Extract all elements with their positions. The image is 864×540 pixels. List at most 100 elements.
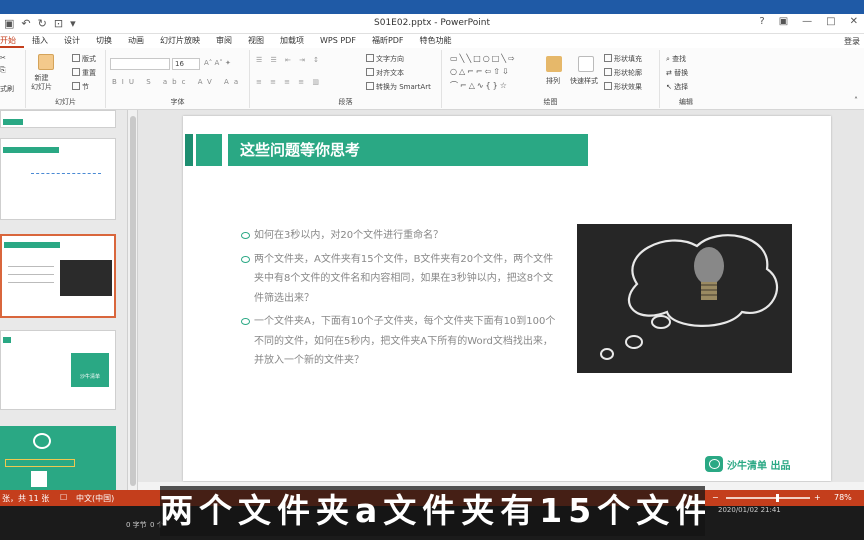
zoom-out-icon[interactable]: − [712,493,719,502]
shape-outline-button[interactable]: 形状轮廓 [604,68,642,78]
cut-button[interactable]: ✂ [0,54,6,62]
font-size-box[interactable]: 16 [172,58,200,70]
arrange-icon[interactable] [546,56,562,72]
format-painter-button[interactable]: 式刷 [0,84,14,94]
slide-thumbnail-6[interactable] [0,426,116,490]
find-button[interactable]: ⌕ 查找 [666,54,686,64]
replace-icon: ⇄ [666,69,672,77]
minimize-icon[interactable]: — [802,16,812,27]
bullet-list[interactable]: 如何在3秒以内，对20个文件进行重命名？ 两个文件夹，A文件夹有15个文件，B文… [241,226,561,375]
thumbnail-text-line [8,282,54,283]
align-text-button[interactable]: 对齐文本 [366,68,404,78]
language-indicator[interactable]: 中文(中国) [76,493,114,504]
convert-smartart-button[interactable]: 转换为 SmartArt [366,82,431,92]
bullet-icon [241,318,250,325]
title-bar: ▣ ↶ ↻ ⊡ ▾ S01E02.pptx - PowerPoint ? ▣ —… [0,14,864,34]
layout-button[interactable]: 版式 [72,54,96,64]
title-accent-light [196,134,222,166]
font-grow-icon[interactable]: A˄ A˅ ✦ [204,59,231,67]
thumbnail-diagram [31,173,101,193]
shapes-gallery-row1[interactable]: ▭╲╲□○□╲⇨ [450,54,517,63]
zoom-in-icon[interactable]: + [814,493,821,502]
brand-text: 沙牛清单 出品 [727,460,791,472]
zoom-slider-knob[interactable] [776,494,780,502]
brand-logo-icon [705,456,723,472]
paragraph-group: ☰ ☰ ⇤ ⇥ ↕ ≡ ≡ ≡ ≡ ▥ 文字方向 对齐文本 转换为 SmartA… [250,50,442,108]
shapes-gallery-row2[interactable]: ○△⌐⌐⇦⇧⇩ [450,67,511,76]
thumbnail-scrollbar[interactable] [128,110,138,490]
tab-special[interactable]: 特色功能 [412,34,460,48]
thumbnail-pane: 沙牛清单 [0,110,128,490]
slide-thumbnail-4-selected[interactable] [0,234,116,318]
thumbnail-title-bar [4,242,60,248]
font-group: 16 A˄ A˅ ✦ BIU S abc AV Aa 字体 [106,50,250,108]
select-button[interactable]: ↖ 选择 [666,82,688,92]
copy-button[interactable]: ⎘ [0,66,6,75]
document-title: S01E02.pptx - PowerPoint [374,18,490,28]
shape-effects-button[interactable]: 形状效果 [604,82,642,92]
font-name-box[interactable] [110,58,170,70]
maximize-icon[interactable]: □ [826,16,835,27]
reset-button[interactable]: 重置 [72,68,96,78]
slide-canvas[interactable]: 这些问题等你思考 如何在3秒以内，对20个文件进行重命名？ 两个文件夹，A文件夹… [183,116,831,481]
ribbon-display-icon[interactable]: ▣ [779,16,788,27]
font-style-buttons[interactable]: BIU S abc AV Aa [112,78,243,86]
bullet-icon [241,255,250,263]
close-icon[interactable]: ✕ [850,16,858,27]
slide-thumbnail-3[interactable] [0,138,116,220]
bullet-item: 如何在3秒以内，对20个文件进行重命名？ [241,226,561,246]
zoom-level[interactable]: 78% [834,493,852,502]
slide-count: 张，共 11 张 [2,494,50,503]
align-buttons[interactable]: ≡ ≡ ≡ ≡ ▥ [256,78,322,86]
login-link[interactable]: 登录 [844,36,860,47]
tab-design[interactable]: 设计 [56,34,88,48]
tab-insert[interactable]: 插入 [24,34,56,48]
arrange-button[interactable]: 排列 [546,76,560,86]
thumbnail-text-line [8,266,54,267]
drawing-group: ▭╲╲□○□╲⇨ ○△⌐⌐⇦⇧⇩ ⌒⌐△∿{}☆ 排列 快速样式 形状填充 形状… [442,50,660,108]
tab-slideshow[interactable]: 幻灯片放映 [152,34,208,48]
tab-view[interactable]: 视图 [240,34,272,48]
lightbulb-photo[interactable] [577,224,792,373]
replace-button[interactable]: ⇄ 替换 [666,68,688,78]
tab-addins[interactable]: 加载项 [272,34,312,48]
shape-fill-button[interactable]: 形状填充 [604,54,642,64]
new-slide-icon[interactable] [38,54,54,70]
section-button[interactable]: 节 [72,82,89,92]
zoom-slider[interactable] [726,494,810,502]
slides-group-label: 幻灯片 [55,98,76,106]
tab-animations[interactable]: 动画 [120,34,152,48]
help-icon[interactable]: ? [759,16,764,27]
collapse-ribbon-icon[interactable]: ˄ [854,96,858,105]
top-strip [0,0,864,14]
shapes-gallery-row3[interactable]: ⌒⌐△∿{}☆ [450,80,509,91]
editing-group-label: 编辑 [679,98,693,106]
list-buttons[interactable]: ☰ ☰ ⇤ ⇥ ↕ [256,56,322,64]
tab-foxit-pdf[interactable]: 福昕PDF [364,34,412,48]
taskbar-size-text: 0 字节 [126,521,147,529]
clipboard-group: ✂ ⎘ 式刷 [0,50,26,108]
slide-thumbnail-5[interactable]: 沙牛清单 [0,330,116,410]
find-icon: ⌕ [666,55,670,63]
quick-styles-button[interactable]: 快速样式 [570,76,598,86]
quick-styles-icon[interactable] [578,56,594,72]
tab-home[interactable]: 开始 [0,34,24,48]
thumbnail-accent [3,119,23,125]
drawing-group-label: 绘图 [543,98,558,106]
spellcheck-icon[interactable]: ☐ [60,493,67,502]
bullet-item: 两个文件夹，A文件夹有15个文件，B文件夹有20个文件，两个文件夹中有8个文件的… [241,250,561,309]
new-slide-button[interactable]: 新建 幻灯片 [31,74,52,92]
qr-code-icon [31,471,47,487]
slide-thumbnail-2[interactable] [0,110,116,128]
text-direction-button[interactable]: 文字方向 [366,54,404,64]
scrollbar-thumb[interactable] [130,116,136,486]
tab-review[interactable]: 审阅 [208,34,240,48]
tab-wps-pdf[interactable]: WPS PDF [312,34,364,48]
bullet-item: 一个文件夹A，下面有10个子文件夹，每个文件夹下面有10到100个不同的文件，如… [241,312,561,371]
select-icon: ↖ [666,83,672,91]
tab-transitions[interactable]: 切换 [88,34,120,48]
thumbnail-title-bar [3,147,59,153]
thumbnail-bubble-icon [33,433,51,449]
slides-group: 新建 幻灯片 版式 重置 节 幻灯片 [26,50,106,108]
slide-title[interactable]: 这些问题等你思考 [228,134,588,166]
